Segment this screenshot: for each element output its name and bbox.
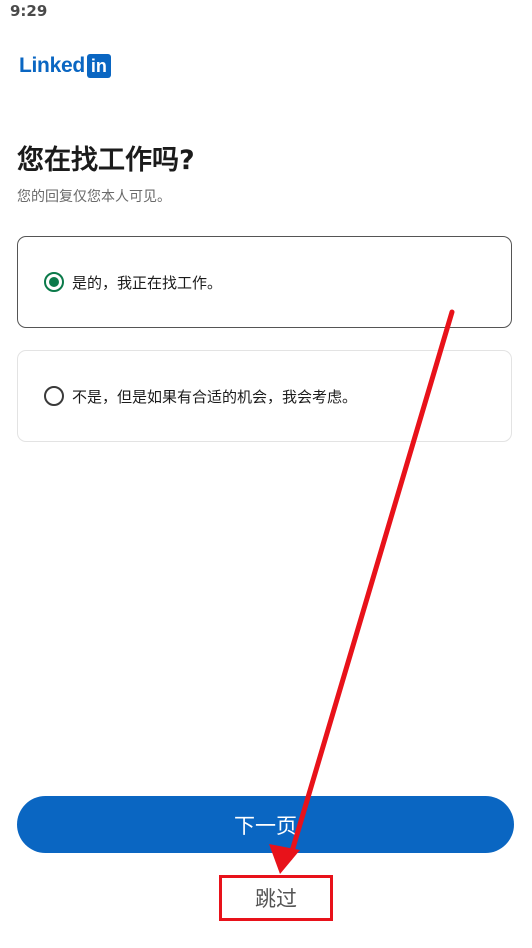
option-yes-looking[interactable]: 是的，我正在找工作。 [17,236,512,328]
page-subtitle: 您的回复仅您本人可见。 [17,189,171,205]
option-open-to-opportunities[interactable]: 不是，但是如果有合适的机会，我会考虑。 [17,350,512,442]
next-button[interactable]: 下一页 [17,796,514,853]
linkedin-logo: Linked in [19,54,111,78]
radio-unchecked-icon[interactable] [44,386,64,406]
radio-checked-icon[interactable] [44,272,64,292]
page-title: 您在找工作吗? [17,145,195,176]
logo-text: Linked [19,54,85,77]
option-label: 是的，我正在找工作。 [72,273,223,292]
option-label: 不是，但是如果有合适的机会，我会考虑。 [72,387,358,406]
logo-badge: in [86,54,111,78]
skip-button[interactable]: 跳过 [219,875,333,921]
status-bar-time: 9:29 [10,2,48,20]
